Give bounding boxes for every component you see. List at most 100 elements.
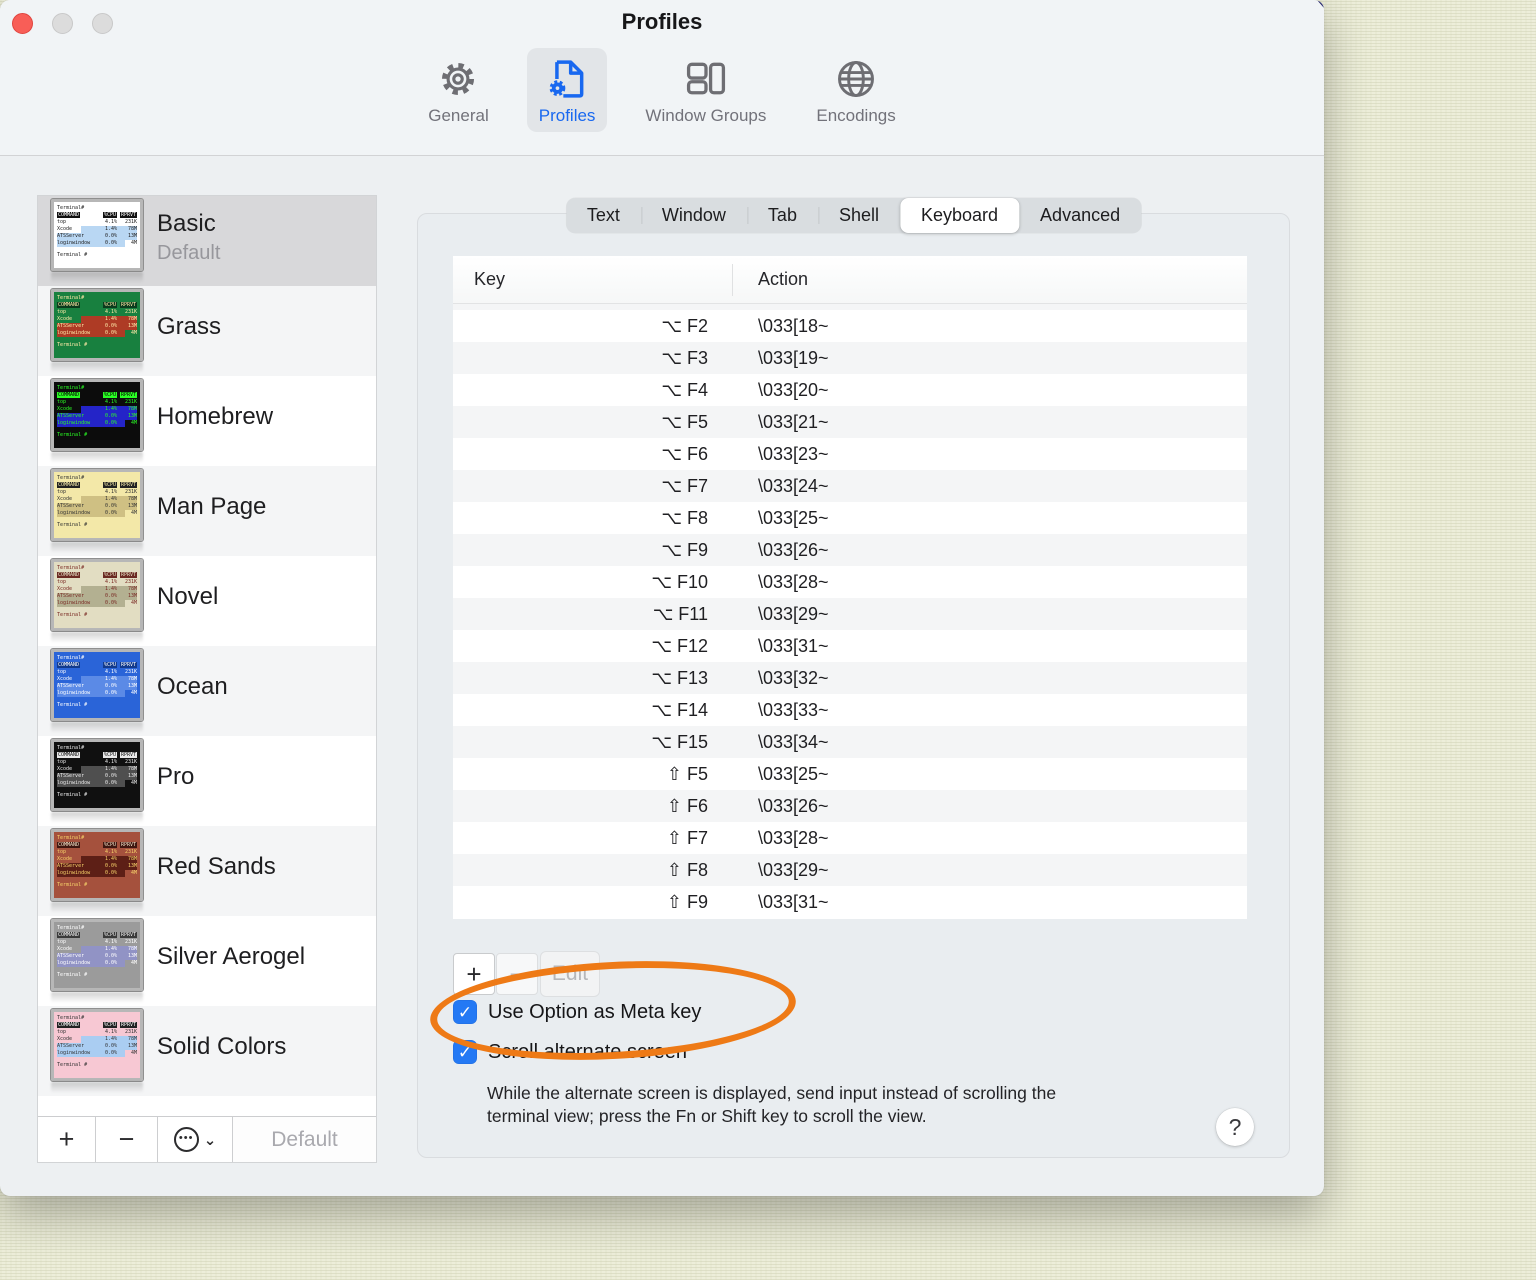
table-row[interactable]: ⇧ F7 \033[28~ xyxy=(453,822,1247,854)
action-cell: \033[25~ xyxy=(758,763,829,784)
key-cell: ⌥ F11 xyxy=(652,603,708,624)
profile-list-item[interactable]: Terminal# COMMAND %CPU RPRVT top 4.1% 231K Xcod… xyxy=(38,196,376,286)
key-cell: ⇧ F6 xyxy=(666,795,708,816)
checkbox-label: Use Option as Meta key xyxy=(488,1000,702,1023)
key-cell: ⇧ F8 xyxy=(666,859,708,880)
profile-list-item[interactable]: Terminal# COMMAND %CPU RPRVT top 4.1% 231K Xcod… xyxy=(38,1006,376,1096)
profile-name: Pro xyxy=(157,763,195,790)
profile-menu-button[interactable]: ••• ⌄ xyxy=(158,1117,233,1162)
table-row[interactable]: ⌥ F14 \033[33~ xyxy=(453,694,1247,726)
add-profile-button[interactable]: + xyxy=(38,1117,96,1162)
tab-advanced[interactable]: Advanced xyxy=(1019,198,1141,233)
profile-thumbnail: Terminal# COMMAND %CPU RPRVT top 4.1% 231K Xcod… xyxy=(50,288,144,373)
default-button[interactable]: Default xyxy=(233,1117,376,1162)
toolbar-label: General xyxy=(428,106,489,125)
action-cell: \033[24~ xyxy=(758,475,829,496)
table-row[interactable]: ⌥ F3 \033[19~ xyxy=(453,342,1247,374)
key-cell: ⇧ F5 xyxy=(666,763,708,784)
profile-list-item[interactable]: Terminal# COMMAND %CPU RPRVT top 4.1% 231K Xcod… xyxy=(38,556,376,646)
gear-icon xyxy=(435,56,481,102)
thumbnail-reflection xyxy=(51,902,143,913)
table-row[interactable]: ⌥ F13 \033[32~ xyxy=(453,662,1247,694)
table-row[interactable]: ⌥ F5 \033[21~ xyxy=(453,406,1247,438)
toolbar-label: Window Groups xyxy=(645,106,767,125)
thumbnail-reflection xyxy=(51,542,143,553)
profile-list-item[interactable]: Terminal# COMMAND %CPU RPRVT top 4.1% 231K Xcod… xyxy=(38,286,376,376)
remove-keymap-button[interactable]: − xyxy=(496,953,538,995)
add-keymap-button[interactable]: + xyxy=(453,953,495,995)
toolbar-item-window-groups[interactable]: Window Groups xyxy=(633,48,778,132)
profile-thumbnail: Terminal# COMMAND %CPU RPRVT top 4.1% 231K Xcod… xyxy=(50,558,144,643)
profile-list-item[interactable]: Terminal# COMMAND %CPU RPRVT top 4.1% 231K Xcod… xyxy=(38,466,376,556)
profile-list-item[interactable]: Terminal# COMMAND %CPU RPRVT top 4.1% 231K Xcod… xyxy=(38,376,376,466)
profile-name: Novel xyxy=(157,583,219,610)
titlebar: Profiles General Profiles Window Groups … xyxy=(0,0,1324,156)
key-cell: ⌥ F6 xyxy=(661,443,708,464)
table-body: ⌥ F2 \033[18~ ⌥ F3 \033[19~ ⌥ F4 \033[20~ ⌥ F5… xyxy=(453,304,1247,918)
profile-list-item[interactable]: Terminal# COMMAND %CPU RPRVT top 4.1% 231K Xcod… xyxy=(38,736,376,826)
terminal-preferences-window: Profiles General Profiles Window Groups … xyxy=(0,0,1324,1196)
thumbnail-reflection xyxy=(51,722,143,733)
profile-list-item[interactable]: Terminal# COMMAND %CPU RPRVT top 4.1% 231K Xcod… xyxy=(38,826,376,916)
key-cell: ⌥ F13 xyxy=(651,667,708,688)
profile-name: Grass xyxy=(157,313,222,340)
action-cell: \033[34~ xyxy=(758,731,829,752)
toolbar-label: Profiles xyxy=(538,106,596,125)
tab-text[interactable]: Text xyxy=(566,198,641,233)
action-cell: \033[28~ xyxy=(758,827,829,848)
tab-window[interactable]: Window xyxy=(640,198,747,233)
chevron-down-icon: ⌄ xyxy=(203,1131,217,1149)
key-cell: ⌥ F10 xyxy=(651,571,708,592)
key-cell: ⌥ F4 xyxy=(661,379,708,400)
table-row[interactable]: ⌥ F9 \033[26~ xyxy=(453,534,1247,566)
thumbnail-reflection xyxy=(51,812,143,823)
table-row[interactable]: ⇧ F6 \033[26~ xyxy=(453,790,1247,822)
action-cell: \033[26~ xyxy=(758,539,829,560)
help-button[interactable]: ? xyxy=(1216,1108,1254,1146)
toolbar-item-encodings[interactable]: Encodings xyxy=(804,48,907,132)
table-row[interactable]: ⌥ F7 \033[24~ xyxy=(453,470,1247,502)
ellipsis-circle-icon: ••• xyxy=(173,1127,199,1152)
profile-list-item[interactable]: Terminal# COMMAND %CPU RPRVT top 4.1% 231K Xcod… xyxy=(38,646,376,736)
action-cell: \033[19~ xyxy=(758,347,829,368)
edit-keymap-button[interactable]: Edit xyxy=(540,951,600,997)
toolbar-item-general[interactable]: General xyxy=(416,48,500,132)
key-cell: ⌥ F5 xyxy=(661,411,708,432)
window-groups-icon xyxy=(683,56,729,102)
key-cell: ⌥ F15 xyxy=(651,731,708,752)
tab-shell[interactable]: Shell xyxy=(817,198,900,233)
toolbar-item-profiles[interactable]: Profiles xyxy=(526,48,608,132)
table-row[interactable]: ⇧ F9 \033[31~ xyxy=(453,886,1247,918)
profile-thumbnail: Terminal# COMMAND %CPU RPRVT top 4.1% 231K Xcod… xyxy=(50,648,144,733)
profile-name: Homebrew xyxy=(157,403,274,430)
table-row[interactable]: ⌥ F12 \033[31~ xyxy=(453,630,1247,662)
action-cell: \033[33~ xyxy=(758,699,829,720)
thumbnail-reflection xyxy=(51,1082,143,1093)
help-text-line: terminal view; press the Fn or Shift key… xyxy=(487,1106,927,1126)
table-row[interactable]: ⌥ F2 \033[18~ xyxy=(453,310,1247,342)
action-cell: \033[31~ xyxy=(758,635,829,656)
profile-list-item[interactable]: Terminal# COMMAND %CPU RPRVT top 4.1% 231K Xcod… xyxy=(38,916,376,1006)
table-row[interactable]: ⌥ F8 \033[25~ xyxy=(453,502,1247,534)
key-cell: ⌥ F7 xyxy=(661,475,708,496)
use-option-as-meta-checkbox-row: ✓ Use Option as Meta key xyxy=(453,1000,701,1024)
table-row[interactable]: ⌥ F10 \033[28~ xyxy=(453,566,1247,598)
table-row[interactable]: ⇧ F5 \033[25~ xyxy=(453,758,1247,790)
profile-thumbnail: Terminal# COMMAND %CPU RPRVT top 4.1% 231K Xcod… xyxy=(50,1008,144,1093)
window-title: Profiles xyxy=(621,9,703,34)
scroll-alternate-screen-checkbox[interactable]: ✓ xyxy=(453,1040,477,1064)
thumbnail-reflection xyxy=(51,992,143,1003)
tab-keyboard[interactable]: Keyboard xyxy=(899,198,1020,233)
column-divider xyxy=(732,264,733,296)
profile-thumbnail: Terminal# COMMAND %CPU RPRVT top 4.1% 231K Xcod… xyxy=(50,828,144,913)
document-gear-icon xyxy=(544,56,590,102)
table-row[interactable]: ⌥ F11 \033[29~ xyxy=(453,598,1247,630)
table-row[interactable]: ⇧ F8 \033[29~ xyxy=(453,854,1247,886)
tab-tab[interactable]: Tab xyxy=(746,198,818,233)
table-row[interactable]: ⌥ F4 \033[20~ xyxy=(453,374,1247,406)
use-option-as-meta-checkbox[interactable]: ✓ xyxy=(453,1000,477,1024)
remove-profile-button[interactable]: − xyxy=(96,1117,158,1162)
table-row[interactable]: ⌥ F15 \033[34~ xyxy=(453,726,1247,758)
action-cell: \033[23~ xyxy=(758,443,829,464)
table-row[interactable]: ⌥ F6 \033[23~ xyxy=(453,438,1247,470)
